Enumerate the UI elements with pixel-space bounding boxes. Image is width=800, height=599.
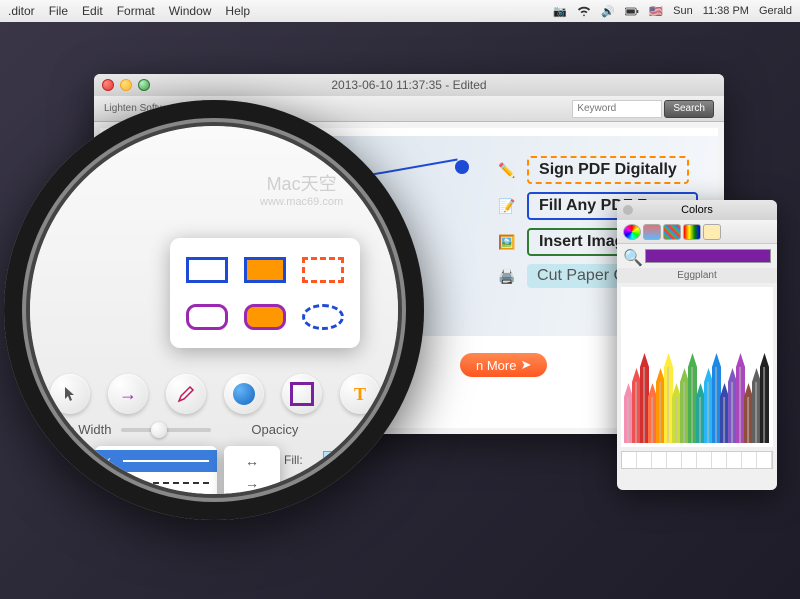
search-input[interactable]: [572, 100, 662, 118]
pencil-tool[interactable]: [166, 374, 206, 414]
circle-tool[interactable]: [224, 374, 264, 414]
battery-icon[interactable]: [625, 4, 639, 18]
color-pencil[interactable]: [760, 353, 769, 443]
menu-edit[interactable]: Edit: [82, 4, 103, 18]
arrow-both[interactable]: ↔: [224, 450, 280, 472]
close-button[interactable]: [102, 79, 114, 91]
close-icon[interactable]: [623, 205, 633, 215]
edit-page-icon: 📝: [495, 194, 519, 218]
color-palette-tab[interactable]: [663, 224, 681, 240]
check-icon: ✓: [103, 455, 115, 468]
title-bar: 2013-06-10 11:37:35 - Edited: [94, 74, 724, 96]
window-title: 2013-06-10 11:37:35 - Edited: [331, 78, 486, 92]
feature-sign: ✏️ Sign PDF Digitally: [495, 156, 698, 184]
minus-icon[interactable]: −: [51, 451, 69, 469]
clock-day[interactable]: Sun: [673, 5, 693, 17]
color-spectrum-tab[interactable]: [683, 224, 701, 240]
pencil-picker[interactable]: [621, 287, 773, 447]
line-style-dropdown: ✓: [95, 446, 217, 494]
text-tool[interactable]: T: [340, 374, 380, 414]
color-sliders-tab[interactable]: [643, 224, 661, 240]
pointer-dot: [455, 160, 469, 174]
line-style-solid[interactable]: ✓: [95, 450, 217, 472]
wifi-icon[interactable]: [577, 4, 591, 18]
current-color-swatch[interactable]: [645, 249, 771, 263]
line-width-label: Line Width: [50, 422, 111, 437]
printer-icon: 🖨️: [495, 264, 519, 288]
color-wheel-tab[interactable]: [623, 224, 641, 240]
colors-panel: Colors 🔍 Eggplant: [617, 200, 777, 490]
flag-icon[interactable]: 🇺🇸: [649, 4, 663, 18]
tool-row: → T: [50, 374, 398, 414]
line-width-slider[interactable]: [121, 428, 211, 432]
shape-rect-outline[interactable]: [182, 250, 232, 289]
pointer-tool[interactable]: [50, 374, 90, 414]
line-style-dashdot[interactable]: [95, 472, 217, 494]
shape-rect-dashed[interactable]: [298, 250, 348, 289]
colors-header: Colors: [617, 200, 777, 220]
shape-picker-popover: [170, 238, 360, 348]
line-width-control: Line Width: [50, 422, 211, 437]
arrow-right[interactable]: →: [224, 472, 280, 494]
color-pencils-tab[interactable]: [703, 224, 721, 240]
color-name-label: Eggplant: [617, 268, 777, 283]
camera-icon[interactable]: 📷: [553, 4, 567, 18]
menu-window[interactable]: Window: [169, 4, 212, 18]
arrow-tool[interactable]: →: [108, 374, 148, 414]
minimize-button[interactable]: [120, 79, 132, 91]
magnifier-lens: → T Line Width Opacicy − +: [4, 100, 424, 520]
swatch-row[interactable]: [621, 451, 773, 469]
image-add-icon: 🖼️: [495, 230, 519, 254]
user-name[interactable]: Gerald: [759, 5, 792, 17]
clock-time[interactable]: 11:38 PM: [703, 5, 749, 17]
chevron-right-icon: ➤: [520, 357, 531, 373]
shape-rect-filled[interactable]: [240, 250, 290, 289]
shape-rounded-filled[interactable]: [240, 297, 290, 336]
magnifier-icon[interactable]: 🔍: [623, 248, 639, 264]
shape-rounded-outline[interactable]: [182, 297, 232, 336]
volume-icon[interactable]: 🔊: [601, 4, 615, 18]
menu-help[interactable]: Help: [225, 4, 250, 18]
opacity-control: Opacicy: [251, 422, 298, 437]
feature-label: Sign PDF Digitally: [527, 156, 689, 184]
fill-color-swatch[interactable]: [323, 451, 363, 469]
fill-label: Fill:: [284, 453, 303, 467]
pencil-icon: ✏️: [495, 158, 519, 182]
stepper-value: [69, 451, 95, 469]
search-button[interactable]: Search: [664, 100, 714, 118]
arrow-style-dropdown: ↔ → —: [224, 446, 280, 494]
colors-title: Colors: [681, 204, 713, 216]
menu-format[interactable]: Format: [117, 4, 155, 18]
rectangle-tool[interactable]: [282, 374, 322, 414]
app-menu[interactable]: .ditor: [8, 4, 35, 18]
menu-file[interactable]: File: [49, 4, 68, 18]
colors-tabs: [617, 220, 777, 244]
zoom-button[interactable]: [138, 79, 150, 91]
menubar: .ditor File Edit Format Window Help 📷 🔊 …: [0, 0, 800, 22]
shape-ellipse-dashed[interactable]: [298, 297, 348, 336]
learn-more-button[interactable]: n More➤: [460, 353, 547, 377]
opacity-label: Opacicy: [251, 422, 298, 437]
